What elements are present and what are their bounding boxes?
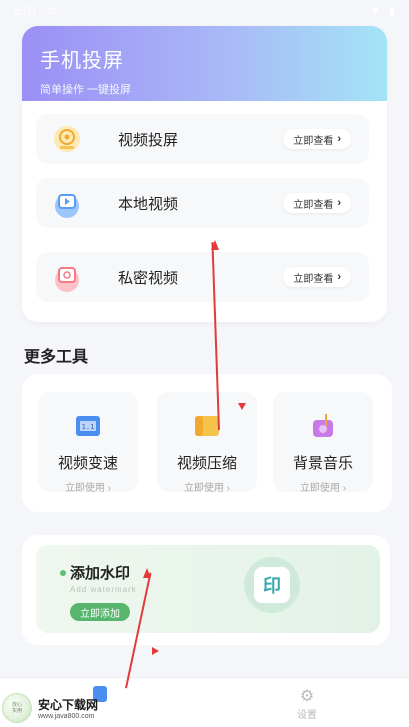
- gear-icon: ⚙: [299, 688, 315, 705]
- folder-video-icon: [52, 188, 82, 218]
- logo-name: 安心下载网: [38, 698, 99, 712]
- tool-action: 立即使用 ›: [299, 483, 347, 494]
- battery-icon: ▮: [388, 5, 395, 18]
- watermark-banner[interactable]: 添加水印 Add watermark 立即添加 印: [36, 545, 380, 633]
- annotation-marker: [238, 403, 246, 410]
- chevron-right-icon: ›: [337, 133, 341, 145]
- cast-icon: [52, 124, 82, 154]
- more-tools-title: 更多工具: [24, 349, 89, 366]
- private-video-icon: [52, 262, 82, 292]
- add-watermark-button[interactable]: 立即添加: [70, 603, 130, 621]
- tool-action: 立即使用 ›: [183, 483, 231, 494]
- feature-label: 视频投屏: [118, 131, 179, 149]
- feature-row-private-video[interactable]: 私密视频 立即查看 ›: [36, 252, 369, 302]
- svg-text:1.1: 1.1: [82, 423, 95, 431]
- annotation-marker: [152, 647, 159, 655]
- hero-header: 手机投屏 简单操作 一键投屏: [22, 26, 387, 101]
- logo-url: www.java800.com: [38, 713, 95, 720]
- screen-cast-card: 手机投屏 简单操作 一键投屏 视频投屏 立即查看 › 本地视频 立即查看 › 私密视…: [22, 26, 387, 322]
- stamp-icon: 印: [244, 557, 300, 613]
- tool-label: 背景音乐: [292, 455, 353, 472]
- feature-label: 私密视频: [118, 269, 179, 287]
- view-button[interactable]: 立即查看 ›: [283, 193, 351, 213]
- hero-title: 手机投屏: [40, 50, 124, 72]
- wifi-icon: ▼: [370, 4, 381, 17]
- annotation-arrowhead: [143, 568, 151, 578]
- chevron-right-icon: ›: [337, 197, 341, 209]
- tool-label: 视频压缩: [176, 455, 237, 472]
- feature-label: 本地视频: [118, 195, 179, 213]
- tools-card: 1.1 视频变速 立即使用 › 视频压缩 立即使用 › 背景音乐 立即使用 ›: [22, 374, 392, 512]
- status-time: 5:01: [14, 4, 38, 18]
- tool-action: 立即使用 ›: [64, 483, 112, 494]
- tool-label: 视频变速: [57, 455, 118, 472]
- status-bar: 5:01 ⚙ ▼ ▮: [0, 0, 409, 22]
- nav-settings-label: 设置: [297, 710, 317, 721]
- feature-row-video-cast[interactable]: 视频投屏 立即查看 ›: [36, 114, 369, 164]
- heart-logo-icon: 放心 实用: [2, 693, 32, 723]
- view-button[interactable]: 立即查看 ›: [283, 129, 351, 149]
- watermark-card: 添加水印 Add watermark 立即添加 印: [22, 535, 390, 645]
- site-watermark-logo: 放心 实用 安心下载网 www.java800.com: [2, 692, 98, 724]
- view-button[interactable]: 立即查看 ›: [283, 267, 351, 287]
- stamp-glyph: 印: [254, 567, 290, 603]
- music-icon: [309, 412, 337, 440]
- annotation-arrowhead: [211, 240, 219, 250]
- watermark-subtitle: Add watermark: [70, 585, 137, 594]
- watermark-title: 添加水印: [70, 565, 131, 582]
- bullet-dot: [60, 570, 66, 576]
- settings-status-icon: ⚙: [47, 5, 58, 18]
- hero-subtitle: 简单操作 一键投屏: [40, 84, 132, 96]
- feature-row-local-video[interactable]: 本地视频 立即查看 ›: [36, 178, 369, 228]
- heart-logo-text: 放心 实用: [11, 702, 22, 714]
- tool-background-music[interactable]: 背景音乐 立即使用 ›: [273, 392, 373, 494]
- chevron-right-icon: ›: [337, 271, 341, 283]
- tool-video-speed[interactable]: 1.1 视频变速 立即使用 ›: [38, 392, 138, 494]
- nav-settings[interactable]: ⚙ 设置: [287, 686, 327, 721]
- speed-icon: 1.1: [74, 412, 102, 440]
